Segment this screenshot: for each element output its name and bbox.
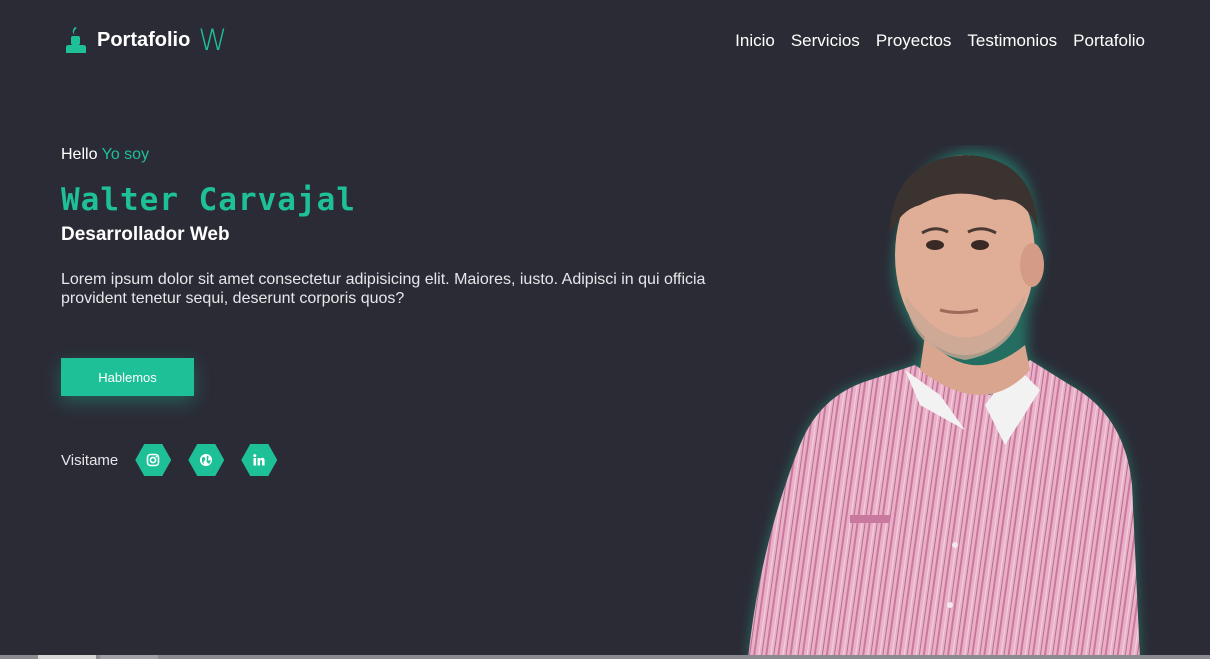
- linkedin-link[interactable]: [241, 444, 278, 476]
- nav-servicios[interactable]: Servicios: [791, 31, 860, 51]
- instagram-link[interactable]: [135, 444, 172, 476]
- nav-portafolio[interactable]: Portafolio: [1073, 31, 1145, 51]
- social-links: Visitame: [61, 444, 294, 476]
- instagram-icon: [146, 453, 160, 467]
- hablemos-button[interactable]: Hablemos: [61, 358, 194, 396]
- hero-role: Desarrollador Web: [61, 224, 230, 245]
- header: Portafolio W Inicio Servicios Proyectos …: [0, 0, 1210, 80]
- logo-text: Portafolio: [97, 28, 191, 51]
- profile-photo: [748, 150, 1140, 659]
- logo[interactable]: Portafolio W: [63, 23, 228, 57]
- nav-testimonios[interactable]: Testimonios: [967, 31, 1057, 51]
- greeting: Hello Yo soy: [61, 146, 721, 164]
- hero-description: Lorem ipsum dolor sit amet consectetur a…: [61, 271, 706, 307]
- logo-letter: W: [198, 23, 228, 57]
- greeting-hello: Hello: [61, 146, 98, 163]
- main-nav: Inicio Servicios Proyectos Testimonios P…: [735, 31, 1145, 51]
- hero-section: Hello Yo soy Walter Carvajal Desarrollad…: [61, 146, 721, 308]
- nav-proyectos[interactable]: Proyectos: [876, 31, 952, 51]
- nav-inicio[interactable]: Inicio: [735, 31, 775, 51]
- bottom-tab: [38, 655, 96, 659]
- globe-icon: [200, 454, 213, 466]
- linkedin-icon: [253, 454, 265, 466]
- social-label: Visitame: [61, 451, 119, 469]
- hero-name: Walter Carvajal: [61, 182, 356, 218]
- bottom-tab: [100, 655, 158, 659]
- greeting-accent: Yo soy: [101, 146, 150, 163]
- bottom-scrollbar[interactable]: [0, 655, 1210, 659]
- website-link[interactable]: [188, 444, 225, 476]
- logo-icon: [66, 27, 86, 53]
